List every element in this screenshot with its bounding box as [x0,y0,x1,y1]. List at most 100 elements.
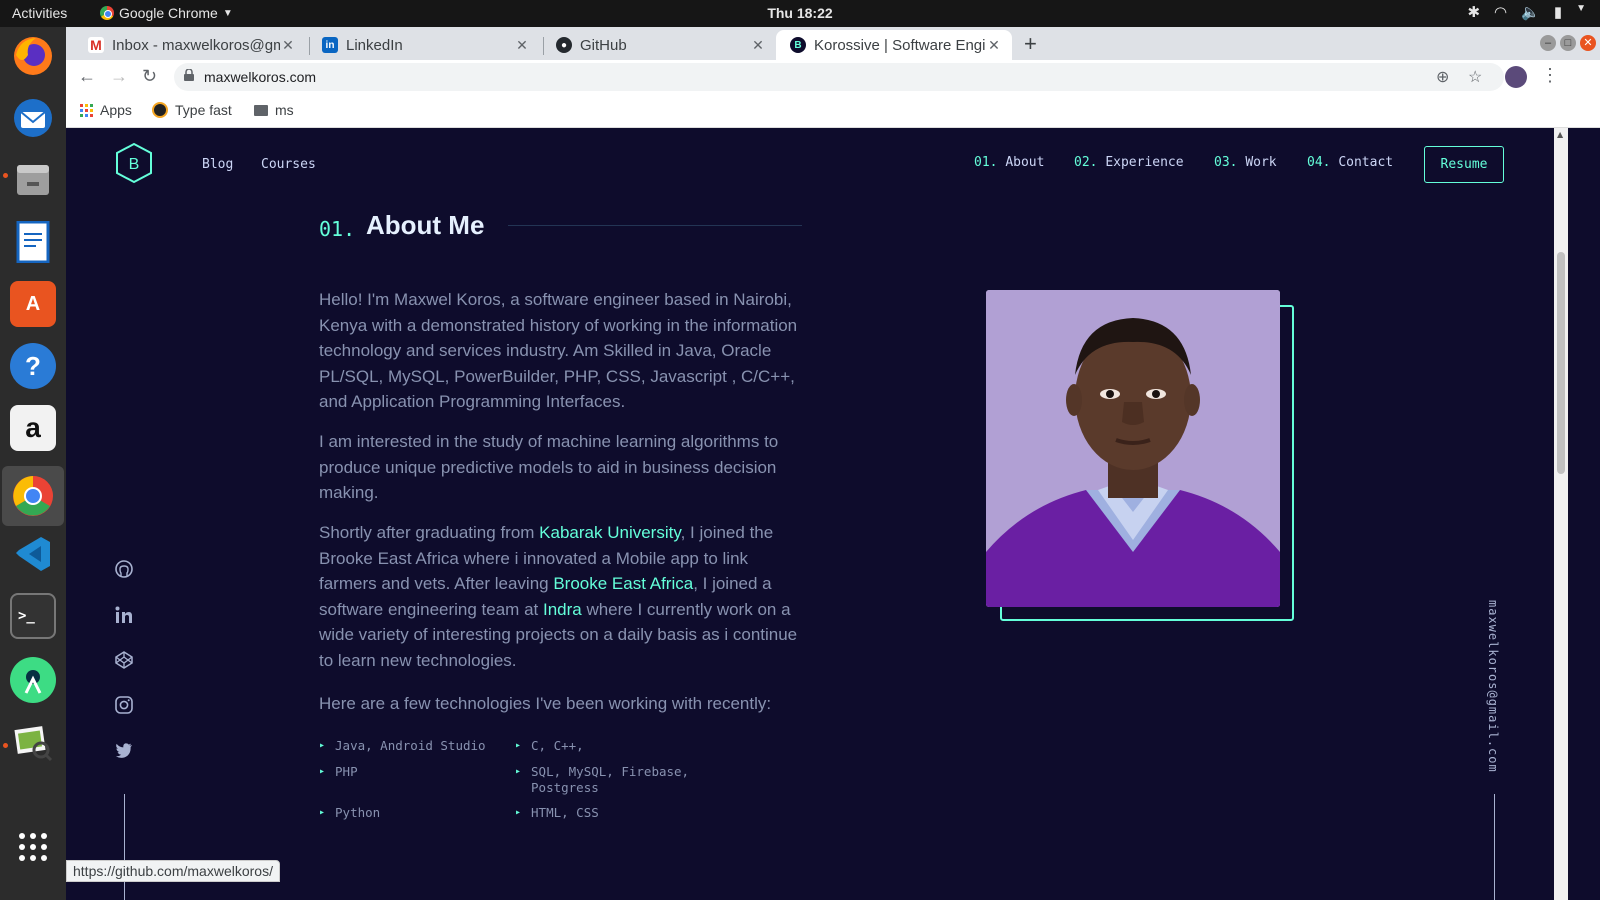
battery-icon[interactable]: ▮ [1554,3,1562,21]
chevron-down-icon[interactable]: ▼ [1576,3,1586,21]
minimize-button[interactable]: – [1540,35,1556,51]
list-item: ▸ Python [319,805,380,821]
show-applications-icon[interactable] [10,824,56,870]
software-center-icon[interactable]: A [10,281,56,327]
site-logo[interactable]: B [114,142,154,184]
bookmark-folder-ms[interactable]: ms [254,102,294,118]
nav-experience[interactable]: 02. Experience [1074,155,1184,170]
technology-name: SQL, MySQL, Firebase, Postgress [531,764,690,795]
tab-gmail[interactable]: M Inbox - maxwelkoros@gm ✕ [74,30,306,60]
technology-name: Java, Android Studio [335,738,486,753]
apps-grid-icon [80,103,93,117]
bookmark-apps[interactable]: Apps [80,102,132,118]
list-item: ▸ Java, Android Studio [319,738,486,754]
tab-github[interactable]: ● GitHub ✕ [542,30,776,60]
site-logo-icon: B [790,37,806,53]
bookmarks-bar: Apps Type fast ms [66,94,1600,128]
profile-photo[interactable] [986,290,1280,607]
close-icon[interactable]: ✕ [514,37,530,54]
page-scrollbar[interactable]: ▲ [1554,128,1568,900]
nav-blog[interactable]: Blog [202,157,233,172]
about-paragraph-2: I am interested in the study of machine … [319,432,779,502]
bookmark-label: Apps [100,102,132,118]
window-controls: – □ ✕ [1540,35,1596,51]
image-viewer-icon[interactable] [10,719,56,765]
url-text: maxwelkoros.com [204,69,317,85]
typefast-icon [152,102,168,118]
reload-button[interactable]: ↻ [142,66,157,87]
resume-button[interactable]: Resume [1424,146,1504,183]
codepen-icon[interactable] [114,650,134,670]
firefox-icon[interactable] [10,33,56,79]
nav-courses[interactable]: Courses [261,157,316,172]
system-top-bar: Activities Google Chrome ▼ Thu 18:22 ✱ ◠… [0,0,1600,27]
terminal-icon[interactable]: >_ [10,593,56,639]
nav-about[interactable]: 01. About [974,155,1044,170]
link-brooke-east-africa[interactable]: Brooke East Africa [553,574,693,593]
about-paragraph-3: Shortly after graduating from Kabarak Un… [319,520,799,673]
chrome-dock-icon[interactable] [2,466,64,526]
dock: A ? a >_ [0,27,66,900]
close-icon[interactable]: ✕ [750,37,766,54]
triangle-bullet-icon: ▸ [515,740,522,751]
writer-icon[interactable] [10,219,56,265]
link-indra[interactable]: Indra [543,600,582,619]
tab-linkedin[interactable]: in LinkedIn ✕ [308,30,540,60]
volume-icon[interactable]: 🔈 [1521,3,1540,21]
close-icon[interactable]: ✕ [280,37,296,54]
maximize-button[interactable]: □ [1560,35,1576,51]
wifi-icon[interactable]: ◠ [1494,3,1507,21]
close-window-button[interactable]: ✕ [1580,35,1596,51]
files-icon[interactable] [10,157,56,203]
text-segment: Shortly after graduating from [319,523,540,542]
tab-korossive[interactable]: B Korossive | Software Engi ✕ [776,30,1012,60]
linkedin-icon[interactable] [114,605,134,625]
amazon-icon[interactable]: a [10,405,56,451]
bluetooth-icon[interactable]: ✱ [1467,3,1480,21]
nav-work[interactable]: 03. Work [1214,155,1277,170]
web-page: B Blog Courses 01. About 02. Experience … [66,128,1554,900]
tab-strip: M Inbox - maxwelkoros@gm ✕ in LinkedIn ✕… [66,27,1600,60]
bookmark-label: Type fast [175,102,232,118]
nav-number: 01. [974,155,998,170]
title-divider [508,225,802,226]
scroll-up-icon[interactable]: ▲ [1557,130,1563,139]
nav-number: 02. [1074,155,1098,170]
thunderbird-icon[interactable] [10,95,56,141]
technology-name: PHP [335,764,358,779]
bookmark-typefast[interactable]: Type fast [152,102,232,118]
help-icon[interactable]: ? [10,343,56,389]
nav-number: 03. [1214,155,1238,170]
list-item: ▸ PHP [319,764,358,780]
address-bar[interactable]: maxwelkoros.com ⊕ ☆ [174,63,1504,91]
vscode-icon[interactable] [10,531,56,577]
logo-letter: B [129,156,140,173]
twitter-icon[interactable] [114,740,134,760]
nav-number: 04. [1307,155,1331,170]
link-kabarak-university[interactable]: Kabarak University [539,523,680,542]
github-icon[interactable] [114,559,134,579]
add-icon[interactable]: ⊕ [1436,67,1449,87]
tab-title: Korossive | Software Engi [814,36,986,54]
bookmark-star-icon[interactable]: ☆ [1468,67,1482,87]
clock[interactable]: Thu 18:22 [0,5,1600,21]
profile-avatar[interactable] [1505,66,1527,88]
email-link[interactable]: maxwelkoros@gmail.com [1486,600,1500,773]
list-item: ▸ HTML, CSS [515,805,599,821]
android-studio-icon[interactable] [10,657,56,703]
left-vertical-line [124,794,125,900]
scrollbar-thumb[interactable] [1557,252,1565,474]
triangle-bullet-icon: ▸ [515,766,522,777]
linkedin-icon: in [322,37,338,53]
menu-icon[interactable]: ⋮ [1541,65,1559,86]
forward-button[interactable]: → [110,66,128,87]
link-hover-status: https://github.com/maxwelkoros/ [66,860,280,882]
nav-contact[interactable]: 04. Contact [1307,155,1393,170]
nav-label: Work [1245,155,1277,170]
instagram-icon[interactable] [114,695,134,715]
system-tray[interactable]: ✱ ◠ 🔈 ▮ ▼ [1467,3,1586,21]
back-button[interactable]: ← [78,66,96,87]
close-icon[interactable]: ✕ [986,37,1002,54]
new-tab-button[interactable]: + [1024,31,1037,57]
nav-label: About [1005,155,1045,170]
